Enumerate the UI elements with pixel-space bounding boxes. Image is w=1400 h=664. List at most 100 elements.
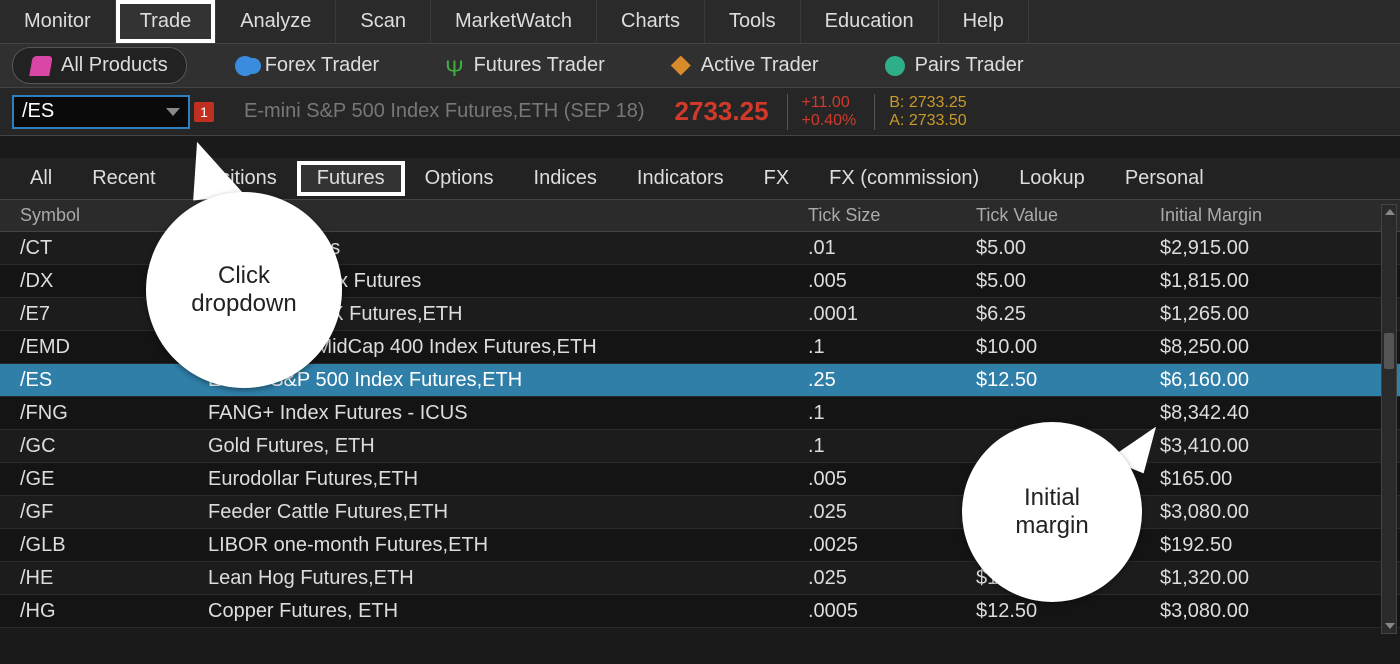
cell-description: Eurodollar Futures,ETH bbox=[200, 468, 800, 491]
bid-ask: B: 2733.25 A: 2733.50 bbox=[874, 94, 966, 130]
menu-monitor[interactable]: Monitor bbox=[0, 0, 116, 43]
callout-click-dropdown: Click dropdown bbox=[146, 192, 342, 388]
cell-ticksize: .025 bbox=[800, 567, 968, 590]
ask-value: A: 2733.50 bbox=[889, 112, 966, 130]
menu-help[interactable]: Help bbox=[939, 0, 1029, 43]
filter-futures[interactable]: Futures bbox=[297, 161, 405, 196]
menu-trade[interactable]: Trade bbox=[116, 0, 217, 43]
subtab-label: Futures Trader bbox=[474, 54, 605, 77]
callout-text: margin bbox=[1015, 512, 1088, 540]
col-tickvalue[interactable]: Tick Value bbox=[968, 205, 1152, 226]
col-initialmargin[interactable]: Initial Margin bbox=[1152, 205, 1382, 226]
cell-ticksize: .0005 bbox=[800, 600, 968, 623]
cell-ticksize: .01 bbox=[800, 237, 968, 260]
cell-initialmargin: $8,342.40 bbox=[1152, 402, 1382, 425]
cell-initialmargin: $6,160.00 bbox=[1152, 369, 1382, 392]
cell-initialmargin: $8,250.00 bbox=[1152, 336, 1382, 359]
cell-tickvalue: $5.00 bbox=[968, 270, 1152, 293]
scrollbar[interactable] bbox=[1381, 204, 1397, 634]
symbol-price: 2733.25 bbox=[675, 96, 769, 127]
filter-all[interactable]: All bbox=[10, 161, 72, 196]
table-row[interactable]: /GCGold Futures, ETH.1 $3,410.00 bbox=[0, 430, 1400, 463]
active-icon bbox=[671, 56, 691, 76]
menu-tools[interactable]: Tools bbox=[705, 0, 801, 43]
cell-tickvalue: $10.00 bbox=[968, 336, 1152, 359]
cell-tickvalue: $12.50 bbox=[968, 369, 1152, 392]
symbol-dropdown[interactable]: /ES bbox=[12, 95, 190, 129]
cell-symbol: /FNG bbox=[0, 402, 200, 425]
callout-initial-margin: Initial margin bbox=[962, 422, 1142, 602]
cell-ticksize: .005 bbox=[800, 468, 968, 491]
cell-symbol: /GLB bbox=[0, 534, 200, 557]
cell-description: FANG+ Index Futures - ICUS bbox=[200, 402, 800, 425]
menu-marketwatch[interactable]: MarketWatch bbox=[431, 0, 597, 43]
subtab-all-products[interactable]: All Products bbox=[12, 47, 187, 84]
subtab-label: Forex Trader bbox=[265, 54, 379, 77]
filter-fx-commission[interactable]: FX (commission) bbox=[809, 161, 999, 196]
cell-initialmargin: $3,410.00 bbox=[1152, 435, 1382, 458]
menu-education[interactable]: Education bbox=[801, 0, 939, 43]
bid-value: B: 2733.25 bbox=[889, 94, 966, 112]
filter-lookup[interactable]: Lookup bbox=[999, 161, 1105, 196]
filter-indicators[interactable]: Indicators bbox=[617, 161, 744, 196]
cell-tickvalue: $5.00 bbox=[968, 237, 1152, 260]
cell-symbol: /ES bbox=[0, 369, 200, 392]
cell-symbol: /GC bbox=[0, 435, 200, 458]
callout-tail bbox=[187, 137, 245, 200]
cell-initialmargin: $3,080.00 bbox=[1152, 501, 1382, 524]
filter-recent[interactable]: Recent bbox=[72, 161, 175, 196]
subtab-futures[interactable]: Ψ Futures Trader bbox=[427, 48, 623, 83]
alert-badge[interactable]: 1 bbox=[194, 102, 214, 122]
subtab-label: Pairs Trader bbox=[915, 54, 1024, 77]
filter-indices[interactable]: Indices bbox=[514, 161, 617, 196]
cell-ticksize: .25 bbox=[800, 369, 968, 392]
cell-initialmargin: $1,320.00 bbox=[1152, 567, 1382, 590]
cell-initialmargin: $1,815.00 bbox=[1152, 270, 1382, 293]
cell-initialmargin: $2,915.00 bbox=[1152, 237, 1382, 260]
cell-initialmargin: $165.00 bbox=[1152, 468, 1382, 491]
products-icon bbox=[29, 56, 53, 76]
scroll-thumb[interactable] bbox=[1384, 333, 1394, 369]
table-row[interactable]: /GEEurodollar Futures,ETH.005 $165.00 bbox=[0, 463, 1400, 496]
col-ticksize[interactable]: Tick Size bbox=[800, 205, 968, 226]
change-pct: +0.40% bbox=[802, 112, 857, 130]
cell-symbol: /GE bbox=[0, 468, 200, 491]
menu-scan[interactable]: Scan bbox=[336, 0, 431, 43]
chevron-down-icon bbox=[166, 108, 180, 116]
table-row[interactable]: /GLBLIBOR one-month Futures,ETH.0025$192… bbox=[0, 529, 1400, 562]
cell-symbol: /GF bbox=[0, 501, 200, 524]
menu-analyze[interactable]: Analyze bbox=[216, 0, 336, 43]
cell-symbol: /HG bbox=[0, 600, 200, 623]
table-row[interactable]: /HGCopper Futures, ETH.0005$12.50$3,080.… bbox=[0, 595, 1400, 628]
scroll-up-icon[interactable] bbox=[1385, 209, 1395, 215]
symbol-description: E-mini S&P 500 Index Futures,ETH (SEP 18… bbox=[244, 100, 645, 123]
pairs-icon bbox=[885, 56, 905, 76]
subtab-pairs[interactable]: Pairs Trader bbox=[867, 48, 1042, 83]
symbol-row: /ES 1 E-mini S&P 500 Index Futures,ETH (… bbox=[0, 88, 1400, 136]
cell-description: Gold Futures, ETH bbox=[200, 435, 800, 458]
menu-charts[interactable]: Charts bbox=[597, 0, 705, 43]
subtab-label: All Products bbox=[61, 54, 168, 77]
callout-text: Click bbox=[218, 262, 270, 290]
cell-ticksize: .0001 bbox=[800, 303, 968, 326]
filter-options[interactable]: Options bbox=[405, 161, 514, 196]
cell-description: Copper Futures, ETH bbox=[200, 600, 800, 623]
subtab-active[interactable]: Active Trader bbox=[653, 48, 837, 83]
cell-tickvalue: $6.25 bbox=[968, 303, 1152, 326]
col-symbol[interactable]: Symbol bbox=[0, 205, 200, 226]
cell-tickvalue: $12.50 bbox=[968, 600, 1152, 623]
subtab-label: Active Trader bbox=[701, 54, 819, 77]
filter-personal[interactable]: Personal bbox=[1105, 161, 1224, 196]
scroll-down-icon[interactable] bbox=[1385, 623, 1395, 629]
subtab-forex[interactable]: Forex Trader bbox=[217, 48, 397, 83]
cell-ticksize: .0025 bbox=[800, 534, 968, 557]
table-row[interactable]: /HELean Hog Futures,ETH.025$10.00$1,320.… bbox=[0, 562, 1400, 595]
table-row[interactable]: /FNGFANG+ Index Futures - ICUS.1 $8,342.4… bbox=[0, 397, 1400, 430]
filter-fx[interactable]: FX bbox=[744, 161, 810, 196]
cell-ticksize: .1 bbox=[800, 435, 968, 458]
table-row[interactable]: /GFFeeder Cattle Futures,ETH.025$3,080.0… bbox=[0, 496, 1400, 529]
cell-ticksize: .005 bbox=[800, 270, 968, 293]
subtabs-row: All Products Forex Trader Ψ Futures Trad… bbox=[0, 44, 1400, 88]
cell-ticksize: .1 bbox=[800, 402, 968, 425]
callout-text: Initial bbox=[1024, 484, 1080, 512]
